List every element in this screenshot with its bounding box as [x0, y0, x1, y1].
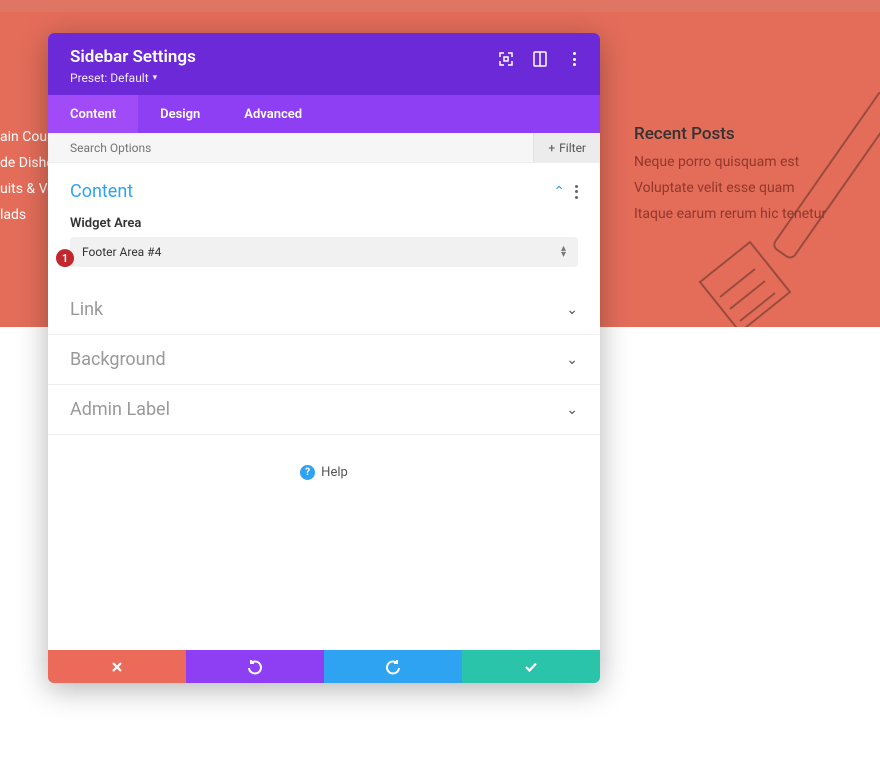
chevron-down-icon: ⌄	[566, 352, 578, 368]
section-content-header[interactable]: Content ⌃	[48, 163, 600, 214]
search-row: + Filter	[48, 133, 600, 163]
tabs: Content Design Advanced	[48, 95, 600, 133]
section-title: Background	[70, 349, 166, 370]
step-marker: 1	[56, 249, 74, 267]
more-icon[interactable]	[566, 51, 582, 67]
spatula-illustration	[660, 92, 880, 327]
tab-advanced[interactable]: Advanced	[222, 95, 324, 133]
section-title: Content	[70, 181, 133, 202]
footer-bar	[48, 650, 600, 683]
section-admin-label-header[interactable]: Admin Label ⌄	[48, 385, 600, 435]
settings-panel: Sidebar Settings Preset: Default ▾ Conte…	[48, 33, 600, 683]
chevron-down-icon: ⌄	[566, 402, 578, 418]
section-link-header[interactable]: Link ⌄	[48, 285, 600, 335]
more-icon[interactable]	[575, 185, 578, 199]
widget-area-select[interactable]: Footer Area #4 ▴▾	[70, 237, 578, 267]
section-title: Link	[70, 299, 103, 320]
close-button[interactable]	[48, 650, 186, 683]
filter-label: Filter	[559, 141, 586, 155]
section-title: Admin Label	[70, 399, 170, 420]
sort-icon: ▴▾	[561, 246, 566, 258]
chevron-down-icon: ⌄	[566, 302, 578, 318]
select-value: Footer Area #4	[82, 245, 161, 259]
expand-icon[interactable]	[498, 51, 514, 67]
help-link[interactable]: ? Help	[48, 435, 600, 510]
section-background-header[interactable]: Background ⌄	[48, 335, 600, 385]
save-button[interactable]	[462, 650, 600, 683]
undo-button[interactable]	[186, 650, 324, 683]
field-label: Widget Area	[48, 214, 600, 237]
plus-icon: +	[548, 141, 555, 155]
chevron-down-icon: ▾	[153, 73, 158, 83]
panel-header: Sidebar Settings Preset: Default ▾	[48, 33, 600, 95]
preset-label: Preset: Default	[70, 71, 149, 85]
chevron-up-icon[interactable]: ⌃	[553, 184, 565, 200]
tab-design[interactable]: Design	[138, 95, 222, 133]
redo-button[interactable]	[324, 650, 462, 683]
responsive-icon[interactable]	[532, 51, 548, 67]
preset-selector[interactable]: Preset: Default ▾	[70, 71, 578, 85]
help-label: Help	[321, 465, 348, 480]
help-icon: ?	[300, 465, 315, 480]
tab-content[interactable]: Content	[48, 95, 138, 133]
filter-button[interactable]: + Filter	[533, 133, 600, 162]
search-input[interactable]	[48, 141, 533, 155]
